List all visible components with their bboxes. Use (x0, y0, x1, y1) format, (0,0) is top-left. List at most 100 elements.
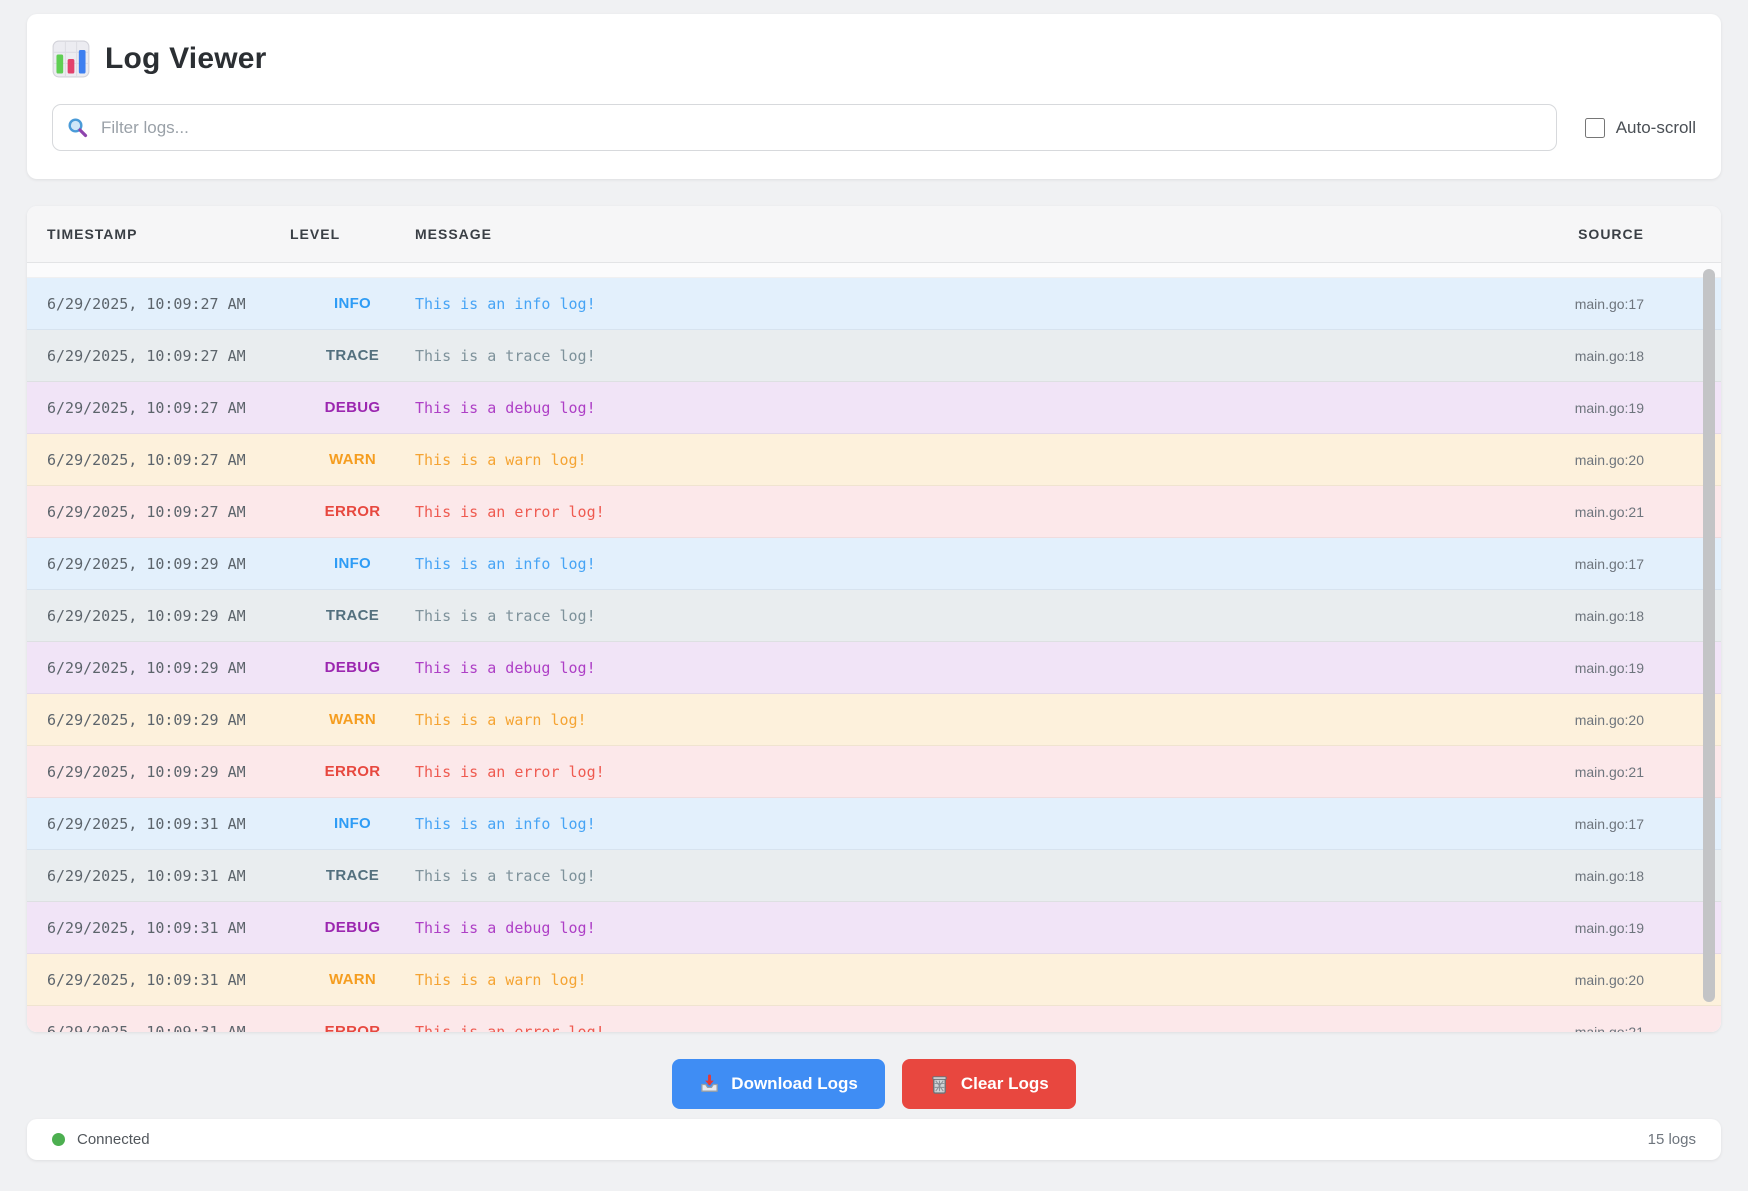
autoscroll-checkbox[interactable] (1585, 118, 1605, 138)
log-level: TRACE (290, 347, 415, 364)
log-message: This is an error log! (415, 1023, 1469, 1033)
log-row: 6/29/2025, 10:09:31 AM ERROR This is an … (27, 1006, 1721, 1032)
header-card: Log Viewer Auto-scroll (27, 14, 1721, 179)
log-source: main.go:17 (1469, 816, 1701, 832)
trash-icon (929, 1074, 950, 1095)
status-bar: Connected 15 logs (27, 1119, 1721, 1160)
log-level: WARN (290, 971, 415, 988)
log-source: main.go:21 (1469, 764, 1701, 780)
log-row: 6/29/2025, 10:09:29 AM ERROR This is an … (27, 746, 1721, 798)
log-source: main.go:17 (1469, 556, 1701, 572)
log-level: TRACE (290, 867, 415, 884)
column-header-message: MESSAGE (415, 226, 1469, 242)
log-level: ERROR (290, 1023, 415, 1032)
log-message: This is a debug log! (415, 919, 1469, 937)
column-header-level: LEVEL (290, 226, 415, 242)
log-level: DEBUG (290, 659, 415, 676)
log-source: main.go:20 (1469, 972, 1701, 988)
bar-chart-logo-icon (52, 40, 90, 78)
log-row: 6/29/2025, 10:09:27 AM WARN This is a wa… (27, 434, 1721, 486)
autoscroll-control: Auto-scroll (1585, 118, 1696, 138)
log-source: main.go:19 (1469, 400, 1701, 416)
log-timestamp: 6/29/2025, 10:09:27 AM (47, 295, 290, 313)
log-row: 6/29/2025, 10:09:29 AM WARN This is a wa… (27, 694, 1721, 746)
log-source: main.go:17 (1469, 296, 1701, 312)
log-message: This is a warn log! (415, 971, 1469, 989)
download-logs-button[interactable]: Download Logs (672, 1059, 885, 1109)
log-row: 6/29/2025, 10:09:27 AM DEBUG This is a d… (27, 382, 1721, 434)
log-timestamp: 6/29/2025, 10:09:27 AM (47, 399, 290, 417)
filter-wrap (52, 104, 1557, 151)
log-timestamp: 6/29/2025, 10:09:31 AM (47, 815, 290, 833)
log-message: This is an error log! (415, 503, 1469, 521)
log-row: 6/29/2025, 10:09:31 AM INFO This is an i… (27, 798, 1721, 850)
log-timestamp: 6/29/2025, 10:09:29 AM (47, 607, 290, 625)
log-level: DEBUG (290, 919, 415, 936)
log-message: This is a trace log! (415, 867, 1469, 885)
log-level: WARN (290, 711, 415, 728)
log-count: 15 logs (1648, 1131, 1696, 1148)
search-icon (67, 117, 88, 138)
log-level: TRACE (290, 607, 415, 624)
connection-status: Connected (52, 1131, 150, 1148)
log-message: This is a warn log! (415, 711, 1469, 729)
clear-logs-button[interactable]: Clear Logs (902, 1059, 1076, 1109)
log-level: INFO (290, 555, 415, 572)
log-message: This is a debug log! (415, 659, 1469, 677)
filter-input[interactable] (52, 104, 1557, 151)
log-message: This is a debug log! (415, 399, 1469, 417)
log-row: 6/29/2025, 10:09:31 AM WARN This is a wa… (27, 954, 1721, 1006)
log-table-body[interactable]: 6/29/2025, 10:09:27 AM INFO This is an i… (27, 263, 1721, 1032)
page-title: Log Viewer (105, 42, 267, 76)
log-message: This is an info log! (415, 555, 1469, 573)
download-logs-label: Download Logs (731, 1074, 858, 1094)
log-level: INFO (290, 815, 415, 832)
log-source: main.go:18 (1469, 608, 1701, 624)
log-source: main.go:19 (1469, 660, 1701, 676)
log-timestamp: 6/29/2025, 10:09:29 AM (47, 763, 290, 781)
column-header-timestamp: TIMESTAMP (47, 226, 290, 242)
log-row: 6/29/2025, 10:09:27 AM TRACE This is a t… (27, 330, 1721, 382)
status-dot-icon (52, 1133, 65, 1146)
log-timestamp: 6/29/2025, 10:09:27 AM (47, 347, 290, 365)
log-row: 6/29/2025, 10:09:29 AM TRACE This is a t… (27, 590, 1721, 642)
filter-row: Auto-scroll (52, 104, 1696, 151)
log-source: main.go:18 (1469, 868, 1701, 884)
log-row: 6/29/2025, 10:09:31 AM DEBUG This is a d… (27, 902, 1721, 954)
log-timestamp: 6/29/2025, 10:09:31 AM (47, 1023, 290, 1033)
autoscroll-label[interactable]: Auto-scroll (1616, 118, 1696, 138)
log-row: 6/29/2025, 10:09:31 AM TRACE This is a t… (27, 850, 1721, 902)
log-message: This is an info log! (415, 815, 1469, 833)
log-message: This is a trace log! (415, 607, 1469, 625)
log-timestamp: 6/29/2025, 10:09:31 AM (47, 971, 290, 989)
download-icon (699, 1074, 720, 1095)
log-row: 6/29/2025, 10:09:29 AM DEBUG This is a d… (27, 642, 1721, 694)
log-timestamp: 6/29/2025, 10:09:27 AM (47, 451, 290, 469)
log-timestamp: 6/29/2025, 10:09:27 AM (47, 503, 290, 521)
log-level: WARN (290, 451, 415, 468)
log-message: This is a warn log! (415, 451, 1469, 469)
log-source: main.go:20 (1469, 712, 1701, 728)
log-row: 6/29/2025, 10:09:27 AM INFO This is an i… (27, 278, 1721, 330)
scroll-top-sliver (27, 263, 1721, 278)
log-message: This is an error log! (415, 763, 1469, 781)
column-header-source: SOURCE (1469, 226, 1701, 242)
log-source: main.go:21 (1469, 504, 1701, 520)
status-text: Connected (77, 1131, 150, 1148)
log-timestamp: 6/29/2025, 10:09:29 AM (47, 659, 290, 677)
log-source: main.go:20 (1469, 452, 1701, 468)
scrollbar-thumb[interactable] (1703, 269, 1715, 1002)
log-message: This is an info log! (415, 295, 1469, 313)
log-level: ERROR (290, 503, 415, 520)
log-level: ERROR (290, 763, 415, 780)
title-row: Log Viewer (52, 40, 1696, 78)
log-level: INFO (290, 295, 415, 312)
log-level: DEBUG (290, 399, 415, 416)
log-timestamp: 6/29/2025, 10:09:29 AM (47, 711, 290, 729)
log-source: main.go:21 (1469, 1024, 1701, 1033)
log-timestamp: 6/29/2025, 10:09:31 AM (47, 867, 290, 885)
log-source: main.go:19 (1469, 920, 1701, 936)
log-table: TIMESTAMP LEVEL MESSAGE SOURCE 6/29/2025… (27, 206, 1721, 1032)
log-row: 6/29/2025, 10:09:27 AM ERROR This is an … (27, 486, 1721, 538)
log-table-header: TIMESTAMP LEVEL MESSAGE SOURCE (27, 206, 1721, 263)
